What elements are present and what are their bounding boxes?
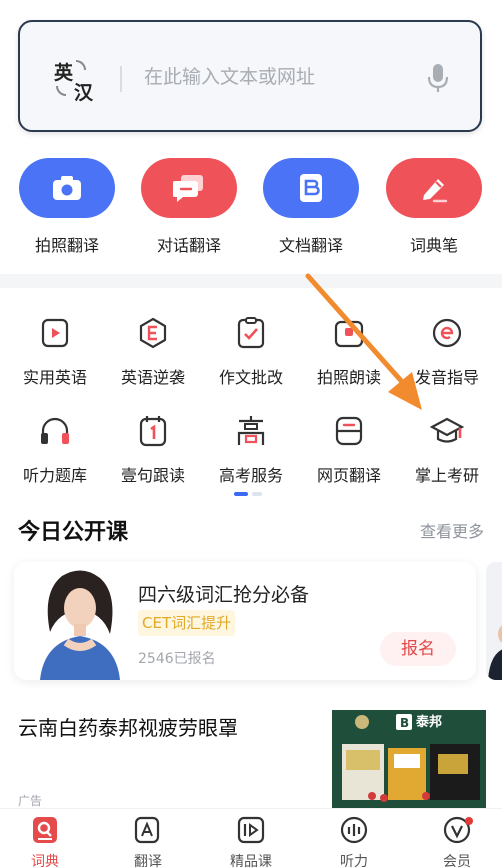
- nav-label: 精品课: [230, 854, 272, 868]
- enroll-count: 2546已报名: [138, 651, 216, 667]
- product-photo: B 泰邦: [332, 710, 486, 808]
- listening-icon: [340, 816, 368, 844]
- tool-listening-bank[interactable]: 听力题库: [5, 414, 105, 486]
- nav-translate[interactable]: 翻译: [108, 815, 188, 868]
- document-translate-label: 文档翻译: [278, 236, 343, 255]
- enroll-button[interactable]: 报名: [380, 632, 456, 666]
- nav-label: 词典: [31, 854, 59, 868]
- svg-text:B: B: [400, 716, 409, 730]
- video-play-icon: [41, 318, 69, 348]
- pen-icon: [423, 179, 448, 203]
- tool-essay-correction[interactable]: 作文批改: [201, 316, 301, 388]
- source-language: 英: [54, 62, 74, 84]
- target-language: 汉: [74, 82, 94, 104]
- tool-postgrad-exam[interactable]: 掌上考研: [397, 414, 497, 486]
- photo-translate-label: 拍照翻译: [34, 236, 99, 255]
- page-indicator: [234, 492, 266, 496]
- swap-arc-icon: [76, 60, 86, 70]
- ad-title[interactable]: 云南白药泰邦视疲劳眼罩: [18, 712, 238, 741]
- notification-dot: [465, 817, 473, 825]
- nav-label: 翻译: [134, 854, 162, 868]
- document-translate-button[interactable]: 文档翻译: [263, 158, 359, 256]
- tool-label: 网页翻译: [316, 466, 381, 485]
- next-course-card[interactable]: [486, 562, 502, 680]
- graduation-cap-icon: [429, 417, 465, 443]
- search-divider: [120, 66, 122, 92]
- photo-translate-button[interactable]: 拍照翻译: [19, 158, 115, 256]
- document-icon: [300, 174, 322, 202]
- pronunciation-icon: [432, 318, 462, 348]
- tool-label: 高考服务: [218, 466, 283, 485]
- tool-webpage-translate[interactable]: 网页翻译: [299, 414, 399, 486]
- webpage-icon: [335, 416, 363, 446]
- microphone-icon[interactable]: [426, 62, 450, 94]
- nav-label: 听力: [340, 854, 368, 868]
- page-dot: [252, 492, 262, 496]
- tool-label: 发音指导: [414, 368, 479, 387]
- section-separator: [0, 274, 502, 288]
- ad-image[interactable]: B 泰邦: [332, 710, 486, 808]
- tool-pronunciation-guide[interactable]: 发音指导: [397, 316, 497, 388]
- teacher-photo: [32, 562, 128, 680]
- clipboard-check-icon: [237, 317, 265, 349]
- tool-label: 实用英语: [22, 368, 87, 387]
- swap-arc-icon: [56, 86, 66, 96]
- dialog-translate-button[interactable]: 对话翻译: [141, 158, 237, 256]
- nav-label: 会员: [443, 854, 471, 868]
- tool-english-comeback[interactable]: 英语逆袭: [103, 316, 203, 388]
- tool-label: 壹句跟读: [120, 466, 185, 485]
- next-card-photo: [488, 625, 502, 680]
- page-dot-active: [234, 492, 248, 496]
- camera-icon: [53, 176, 81, 200]
- nav-dictionary[interactable]: 词典: [5, 815, 85, 868]
- dictionary-pen-label: 词典笔: [409, 236, 458, 255]
- search-box[interactable]: 英 汉: [18, 20, 482, 132]
- tool-label: 听力题库: [22, 466, 87, 485]
- section-title: 今日公开课: [18, 520, 129, 545]
- bottom-nav: 词典 翻译 精品课 听力 会员: [0, 808, 502, 868]
- course-title: 四六级词汇抢分必备: [138, 584, 310, 606]
- chat-icon: [173, 175, 203, 202]
- nav-courses[interactable]: 精品课: [211, 815, 291, 868]
- tool-photo-read[interactable]: 拍照朗读: [299, 316, 399, 388]
- calendar-one-icon: [139, 416, 167, 447]
- tool-sentence-follow[interactable]: 壹句跟读: [103, 414, 203, 486]
- tool-label: 作文批改: [218, 368, 283, 387]
- primary-actions: 拍照翻译 对话翻译 文档翻译 词典笔: [0, 158, 502, 258]
- headphones-icon: [41, 417, 69, 444]
- nav-listening[interactable]: 听力: [314, 815, 394, 868]
- ad-label: 广告: [18, 794, 43, 808]
- tool-label: 拍照朗读: [316, 368, 381, 387]
- course-card[interactable]: 四六级词汇抢分必备 CET词汇提升 2546已报名 报名: [14, 562, 476, 680]
- tool-label: 英语逆袭: [120, 368, 185, 387]
- view-more-link[interactable]: 查看更多: [420, 518, 484, 542]
- ad-brand: 泰邦: [415, 714, 442, 730]
- tool-practical-english[interactable]: 实用英语: [5, 316, 105, 388]
- camera-read-icon: [334, 320, 364, 348]
- nav-vip[interactable]: 会员: [417, 815, 497, 868]
- tool-gaokao-service[interactable]: 高考服务: [201, 414, 301, 486]
- course-tag: CET词汇提升: [138, 610, 236, 636]
- letter-e-icon: [139, 317, 167, 349]
- search-input[interactable]: [144, 60, 414, 94]
- translate-icon: [134, 816, 160, 844]
- dictionary-icon: [33, 817, 57, 843]
- course-icon: [237, 816, 265, 844]
- dialog-translate-label: 对话翻译: [156, 236, 221, 255]
- gaokao-icon: [237, 416, 265, 445]
- dictionary-pen-button[interactable]: 词典笔: [386, 158, 482, 256]
- tool-label: 掌上考研: [414, 466, 479, 485]
- language-switch[interactable]: 英 汉: [52, 58, 96, 104]
